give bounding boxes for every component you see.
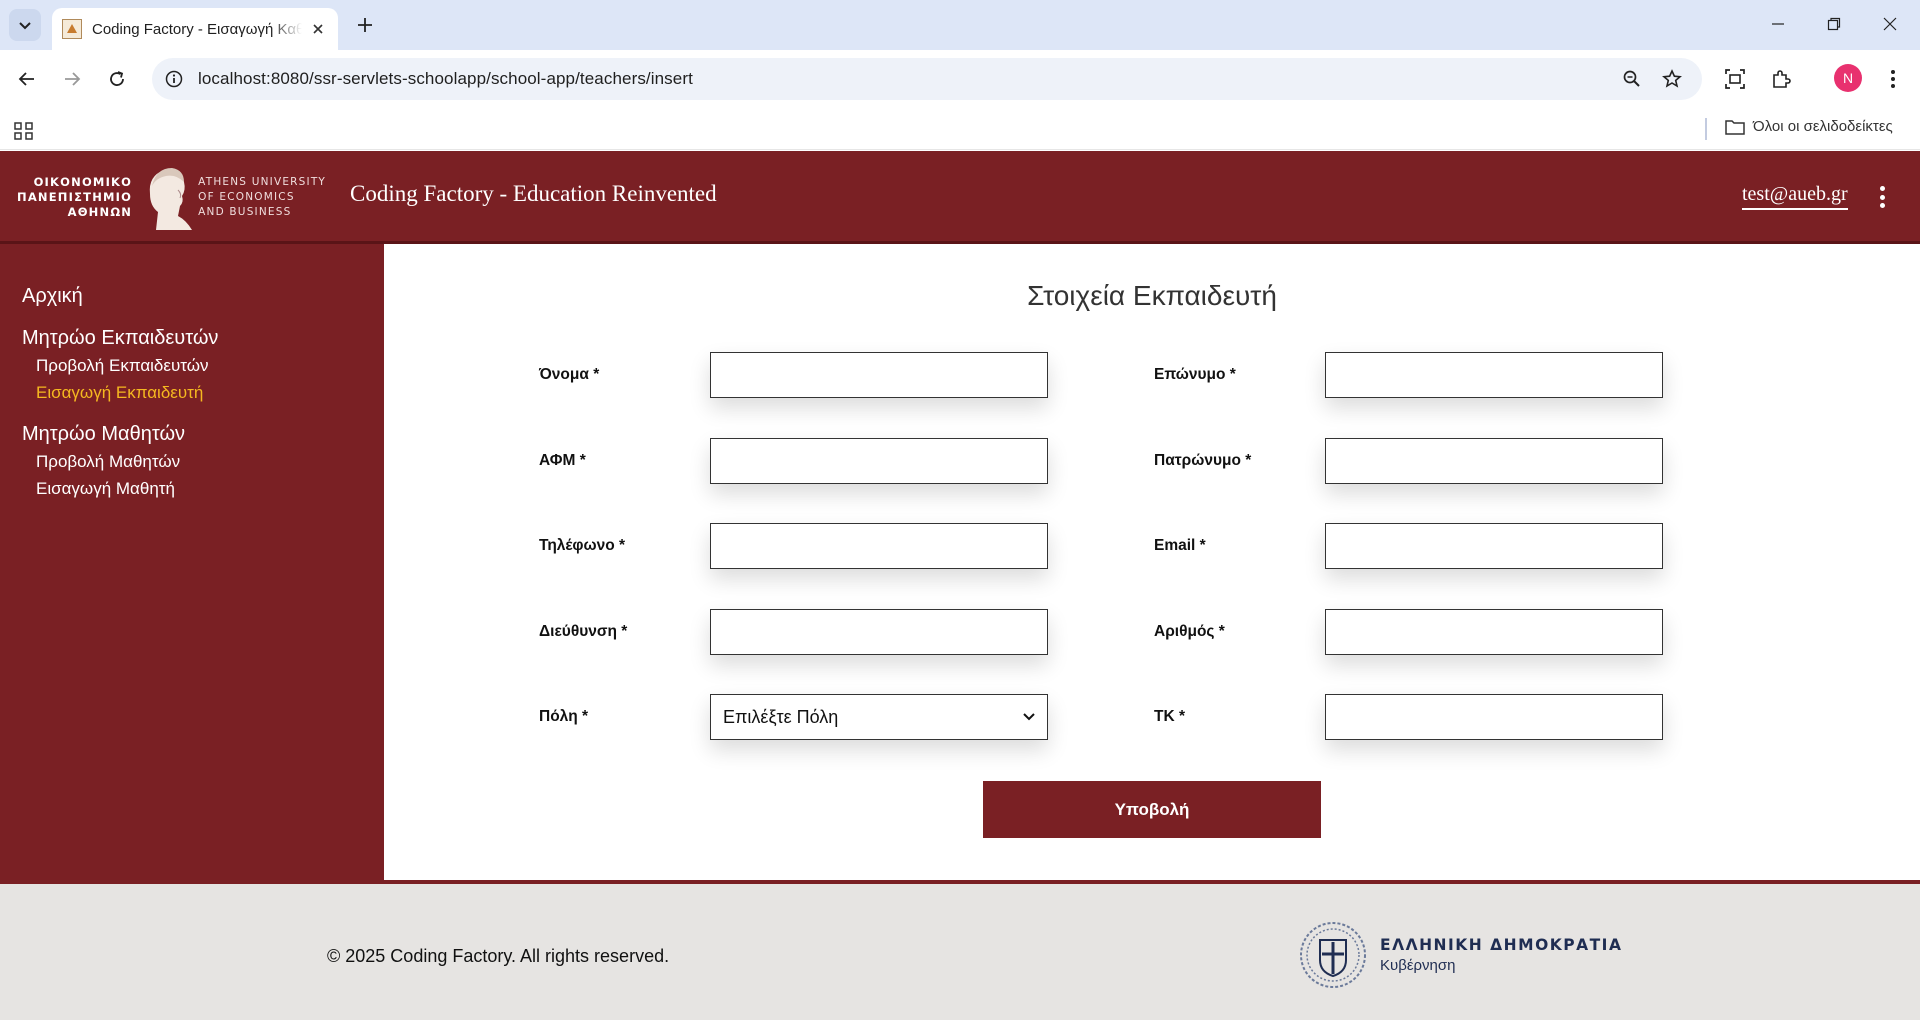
phone-label: Τηλέφωνο *: [539, 537, 626, 554]
browser-menu-icon[interactable]: [1880, 66, 1906, 92]
extensions-icon[interactable]: [1768, 66, 1794, 92]
app-header: ΟΙΚΟΝΟΜΙΚΟ ΠΑΝΕΠΙΣΤΗΜΙΟ ΑΘΗΝΩΝ ATHENS UN…: [0, 151, 1920, 244]
zoom-icon[interactable]: [1620, 67, 1644, 91]
hermes-head-icon: [138, 159, 193, 235]
zipcode-input[interactable]: [1325, 694, 1663, 740]
all-bookmarks-button[interactable]: Όλοι οι σελιδοδείκτες: [1725, 118, 1893, 135]
gov-title: ΕΛΛΗΝΙΚΗ ΔΗΜΟΚΡΑΤΙΑ: [1380, 936, 1623, 954]
close-window-button[interactable]: [1870, 8, 1910, 40]
reload-button[interactable]: [102, 64, 132, 94]
city-select[interactable]: Επιλέξτε Πόλη: [710, 694, 1048, 740]
chevron-down-icon: [19, 22, 31, 30]
folder-icon: [1725, 119, 1745, 135]
arrow-left-icon: [18, 72, 34, 86]
fathername-input[interactable]: [1325, 438, 1663, 484]
site-info-icon[interactable]: [162, 67, 186, 91]
bookmarks-separator: [1705, 118, 1707, 140]
bookmarks-bar: Όλοι οι σελιδοδείκτες: [0, 108, 1920, 150]
profile-avatar[interactable]: N: [1834, 64, 1862, 92]
city-selected-value: Επιλέξτε Πόλη: [723, 706, 839, 727]
firstname-input[interactable]: [710, 352, 1048, 398]
sidebar-item-home[interactable]: Αρχική: [0, 282, 384, 310]
email-input[interactable]: [1325, 523, 1663, 569]
user-email-link[interactable]: test@aueb.gr: [1742, 183, 1848, 210]
email-label: Email *: [1154, 537, 1206, 554]
zipcode-label: ΤΚ *: [1154, 708, 1185, 725]
logo-english-text: ATHENS UNIVERSITY OF ECONOMICS AND BUSIN…: [198, 175, 327, 218]
browser-tab[interactable]: Coding Factory - Εισαγωγή Καθηγητή: [52, 8, 338, 50]
fathername-label: Πατρώνυμο *: [1154, 452, 1252, 469]
hellenic-republic-emblem-icon: [1300, 922, 1366, 988]
street-label: Διεύθυνση *: [539, 623, 628, 640]
greek-government-logo[interactable]: ΕΛΛΗΝΙΚΗ ΔΗΜΟΚΡΑΤΙΑ Κυβέρνηση: [1298, 920, 1622, 990]
plus-icon: [358, 18, 372, 32]
aueb-logo[interactable]: ΟΙΚΟΝΟΜΙΚΟ ΠΑΝΕΠΙΣΤΗΜΙΟ ΑΘΗΝΩΝ ATHENS UN…: [17, 159, 327, 235]
firstname-label: Όνομα *: [539, 366, 600, 383]
new-tab-button[interactable]: [352, 12, 378, 38]
sidebar-item-students-registry[interactable]: Μητρώο Μαθητών: [0, 420, 384, 448]
favicon-icon: [62, 19, 82, 39]
lastname-label: Επώνυμο *: [1154, 366, 1236, 383]
close-icon: [1883, 17, 1897, 31]
forward-button[interactable]: [57, 64, 87, 94]
restore-window-button[interactable]: [1814, 8, 1854, 40]
minimize-icon: [1772, 23, 1784, 25]
address-bar[interactable]: localhost:8080/ssr-servlets-schoolapp/sc…: [152, 58, 1702, 100]
apps-grid-icon[interactable]: [14, 122, 34, 145]
street-number-label: Αριθμός *: [1154, 623, 1225, 640]
lastname-input[interactable]: [1325, 352, 1663, 398]
copyright-text: © 2025 Coding Factory. All rights reserv…: [327, 946, 670, 966]
close-tab-icon[interactable]: [308, 19, 328, 39]
sidebar-item-teachers-registry[interactable]: Μητρώο Εκπαιδευτών: [0, 324, 384, 352]
submit-button[interactable]: Υποβολή: [983, 781, 1321, 838]
url-text[interactable]: localhost:8080/ssr-servlets-schoolapp/sc…: [198, 69, 693, 89]
arrow-right-icon: [65, 72, 81, 86]
tab-search-button[interactable]: [9, 9, 41, 41]
screen-capture-icon[interactable]: [1722, 66, 1748, 92]
form-title: Στοιχεία Εκπαιδευτή: [1027, 280, 1277, 311]
logo-greek-text: ΟΙΚΟΝΟΜΙΚΟ ΠΑΝΕΠΙΣΤΗΜΙΟ ΑΘΗΝΩΝ: [17, 174, 133, 219]
back-button[interactable]: [12, 64, 42, 94]
profile-initial: N: [1842, 70, 1854, 86]
browser-tab-strip: Coding Factory - Εισαγωγή Καθηγητή: [0, 0, 1920, 50]
sidebar-item-teachers-view[interactable]: Προβολή Εκπαιδευτών: [0, 352, 384, 379]
sidebar-item-students-view[interactable]: Προβολή Μαθητών: [0, 448, 384, 475]
sidebar-item-teachers-insert[interactable]: Εισαγωγή Εκπαιδευτή: [0, 379, 384, 406]
vat-input[interactable]: [710, 438, 1048, 484]
footer: © 2025 Coding Factory. All rights reserv…: [0, 880, 1920, 1020]
main-content: Στοιχεία Εκπαιδευτή Όνομα * Επώνυμο * ΑΦ…: [384, 244, 1920, 880]
tab-title: Coding Factory - Εισαγωγή Καθηγητή: [92, 20, 302, 38]
chevron-down-icon: [1023, 713, 1035, 721]
gov-subtitle: Κυβέρνηση: [1380, 957, 1456, 974]
reload-icon: [110, 71, 124, 86]
restore-icon: [1827, 17, 1841, 31]
minimize-window-button[interactable]: [1758, 8, 1798, 40]
street-number-input[interactable]: [1325, 609, 1663, 655]
browser-toolbar: localhost:8080/ssr-servlets-schoolapp/sc…: [0, 50, 1920, 108]
phone-input[interactable]: [710, 523, 1048, 569]
user-menu-icon[interactable]: [1874, 184, 1890, 210]
sidebar-item-students-insert[interactable]: Εισαγωγή Μαθητή: [0, 475, 384, 502]
all-bookmarks-label: Όλοι οι σελιδοδείκτες: [1753, 118, 1893, 135]
city-label: Πόλη *: [539, 708, 589, 725]
sidebar: Αρχική Μητρώο Εκπαιδευτών Προβολή Εκπαιδ…: [0, 244, 384, 880]
site-title: Coding Factory - Education Reinvented: [350, 181, 717, 206]
bookmark-star-icon[interactable]: [1660, 67, 1684, 91]
vat-label: ΑΦΜ *: [539, 452, 586, 469]
street-input[interactable]: [710, 609, 1048, 655]
